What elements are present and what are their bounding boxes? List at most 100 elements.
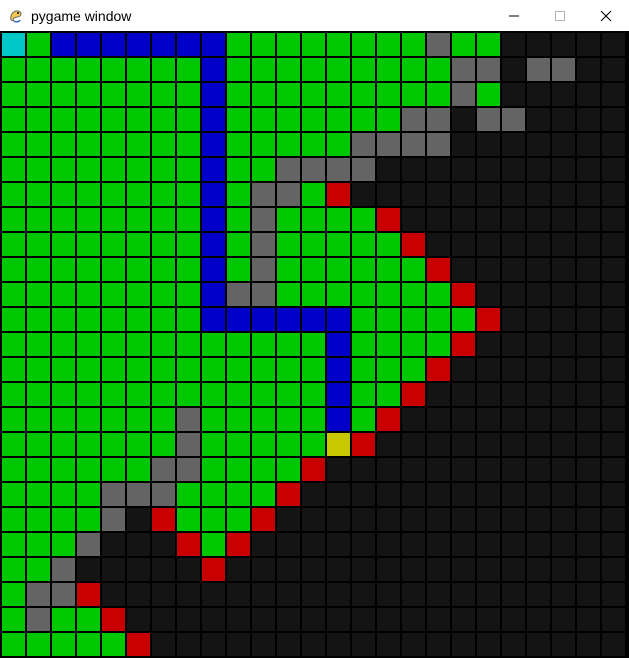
- grid-cell-visited[interactable]: [402, 308, 425, 331]
- grid-cell-visited[interactable]: [252, 483, 275, 506]
- grid-cell-visited[interactable]: [177, 508, 200, 531]
- grid-cell-empty[interactable]: [502, 583, 525, 606]
- grid-cell-empty[interactable]: [602, 258, 625, 281]
- grid-cell-visited[interactable]: [77, 258, 100, 281]
- grid-cell-empty[interactable]: [452, 158, 475, 181]
- grid-cell-visited[interactable]: [127, 308, 150, 331]
- grid-cell-empty[interactable]: [477, 408, 500, 431]
- grid-cell-empty[interactable]: [152, 608, 175, 631]
- grid-cell-empty[interactable]: [527, 533, 550, 556]
- grid-cell-visited[interactable]: [52, 533, 75, 556]
- grid-cell-empty[interactable]: [552, 383, 575, 406]
- grid-cell-visited[interactable]: [177, 383, 200, 406]
- grid-cell-visited[interactable]: [77, 508, 100, 531]
- grid-cell-barrier[interactable]: [27, 608, 50, 631]
- grid-cell-frontier[interactable]: [402, 233, 425, 256]
- grid-cell-visited[interactable]: [2, 383, 25, 406]
- grid-cell-visited[interactable]: [202, 408, 225, 431]
- grid-cell-empty[interactable]: [577, 33, 600, 56]
- grid-cell-visited[interactable]: [227, 383, 250, 406]
- grid-cell-visited[interactable]: [52, 383, 75, 406]
- grid-cell-empty[interactable]: [327, 533, 350, 556]
- grid-cell-empty[interactable]: [527, 408, 550, 431]
- grid-cell-visited[interactable]: [302, 333, 325, 356]
- grid-cell-visited[interactable]: [277, 333, 300, 356]
- grid-cell-empty[interactable]: [527, 108, 550, 131]
- grid-cell-visited[interactable]: [27, 33, 50, 56]
- grid-cell-visited[interactable]: [277, 458, 300, 481]
- grid-cell-empty[interactable]: [277, 508, 300, 531]
- grid-cell-visited[interactable]: [27, 83, 50, 106]
- grid-cell-visited[interactable]: [427, 283, 450, 306]
- grid-cell-empty[interactable]: [577, 208, 600, 231]
- grid-cell-empty[interactable]: [602, 483, 625, 506]
- grid-cell-empty[interactable]: [552, 483, 575, 506]
- grid-cell-visited[interactable]: [177, 133, 200, 156]
- grid-cell-visited[interactable]: [202, 358, 225, 381]
- grid-cell-empty[interactable]: [602, 283, 625, 306]
- grid-cell-visited[interactable]: [27, 283, 50, 306]
- grid-cell-empty[interactable]: [377, 533, 400, 556]
- grid-cell-visited[interactable]: [377, 283, 400, 306]
- grid-cell-visited[interactable]: [177, 358, 200, 381]
- grid-cell-visited[interactable]: [302, 183, 325, 206]
- grid-cell-visited[interactable]: [52, 608, 75, 631]
- grid-cell-path[interactable]: [277, 308, 300, 331]
- grid-cell-barrier[interactable]: [77, 533, 100, 556]
- grid-cell-barrier[interactable]: [52, 583, 75, 606]
- grid-cell-empty[interactable]: [577, 633, 600, 656]
- grid-cell-visited[interactable]: [327, 58, 350, 81]
- grid-cell-visited[interactable]: [152, 108, 175, 131]
- grid-cell-empty[interactable]: [477, 558, 500, 581]
- grid-cell-barrier[interactable]: [27, 583, 50, 606]
- grid-cell-empty[interactable]: [552, 433, 575, 456]
- grid-cell-visited[interactable]: [52, 83, 75, 106]
- grid-cell-visited[interactable]: [277, 358, 300, 381]
- grid-cell-barrier[interactable]: [452, 83, 475, 106]
- grid-cell-barrier[interactable]: [177, 408, 200, 431]
- grid-cell-empty[interactable]: [602, 183, 625, 206]
- grid-cell-empty[interactable]: [452, 533, 475, 556]
- grid-cell-empty[interactable]: [402, 583, 425, 606]
- grid-cell-visited[interactable]: [177, 333, 200, 356]
- grid-cell-visited[interactable]: [127, 283, 150, 306]
- grid-cell-empty[interactable]: [502, 208, 525, 231]
- grid-cell-empty[interactable]: [527, 183, 550, 206]
- grid-cell-visited[interactable]: [52, 258, 75, 281]
- grid-cell-empty[interactable]: [102, 558, 125, 581]
- grid-cell-visited[interactable]: [302, 408, 325, 431]
- grid-cell-visited[interactable]: [152, 58, 175, 81]
- grid-cell-empty[interactable]: [477, 508, 500, 531]
- grid-cell-visited[interactable]: [77, 633, 100, 656]
- grid-cell-empty[interactable]: [427, 408, 450, 431]
- grid-cell-visited[interactable]: [127, 233, 150, 256]
- grid-cell-empty[interactable]: [552, 233, 575, 256]
- grid-cell-empty[interactable]: [602, 333, 625, 356]
- grid-cell-empty[interactable]: [577, 258, 600, 281]
- grid-cell-visited[interactable]: [2, 583, 25, 606]
- grid-cell-visited[interactable]: [327, 33, 350, 56]
- grid-cell-empty[interactable]: [252, 558, 275, 581]
- grid-cell-visited[interactable]: [52, 208, 75, 231]
- grid-cell-visited[interactable]: [177, 58, 200, 81]
- grid-cell-path[interactable]: [302, 308, 325, 331]
- grid-cell-empty[interactable]: [602, 308, 625, 331]
- grid-cell-empty[interactable]: [502, 33, 525, 56]
- grid-cell-visited[interactable]: [202, 458, 225, 481]
- grid-cell-visited[interactable]: [352, 33, 375, 56]
- grid-cell-empty[interactable]: [452, 458, 475, 481]
- grid-cell-barrier[interactable]: [227, 283, 250, 306]
- grid-cell-frontier[interactable]: [452, 283, 475, 306]
- grid-cell-visited[interactable]: [2, 458, 25, 481]
- grid-cell-start[interactable]: [2, 33, 25, 56]
- grid-cell-empty[interactable]: [602, 608, 625, 631]
- grid-cell-empty[interactable]: [602, 508, 625, 531]
- grid-cell-visited[interactable]: [202, 508, 225, 531]
- grid-cell-visited[interactable]: [127, 133, 150, 156]
- grid-cell-empty[interactable]: [502, 608, 525, 631]
- grid-cell-empty[interactable]: [327, 483, 350, 506]
- grid-cell-empty[interactable]: [552, 283, 575, 306]
- grid-cell-visited[interactable]: [27, 558, 50, 581]
- grid-cell-visited[interactable]: [452, 308, 475, 331]
- grid-cell-empty[interactable]: [252, 633, 275, 656]
